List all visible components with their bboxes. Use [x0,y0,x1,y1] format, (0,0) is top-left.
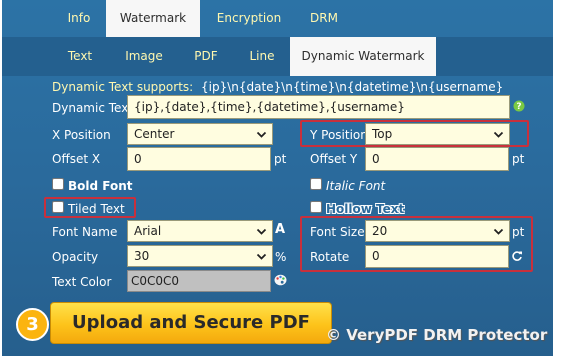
page: Info Watermark Encryption DRM Text Image… [0,0,564,356]
offset-y-label: Offset Y [310,152,358,166]
step-number-badge: 3 [16,308,49,341]
x-position-label: X Position [52,128,111,142]
font-size-label: Font Size [310,225,365,239]
hollow-text-label: Hollow Text [326,202,405,216]
rotate-icon[interactable] [511,250,523,262]
font-size-select[interactable]: 20 [365,220,510,242]
rotate-input[interactable]: 0 [365,245,509,268]
dynamic-text-label: Dynamic Text [52,101,134,115]
chevron-down-icon [493,131,504,138]
help-icon[interactable]: ? [513,100,525,112]
text-color-field[interactable]: C0C0C0 [127,270,271,292]
tab-encryption[interactable]: Encryption [207,0,291,37]
y-position-value: Top [372,127,393,141]
font-name-select[interactable]: Arial [127,220,273,242]
hollow-text-checkbox[interactable] [310,201,322,213]
supports-value: {ip}\n{date}\n{time}\n{datetime}\n{usern… [201,80,504,94]
tab-watermark[interactable]: Watermark [106,0,200,37]
y-position-label: Y Position [310,128,368,142]
supports-label-text: Dynamic Text supports: [52,80,194,94]
offset-x-input[interactable]: 0 [127,147,271,171]
chevron-down-icon [256,131,267,138]
supports-label: Dynamic Text supports: {ip}\n{date}\n{ti… [52,79,503,95]
chevron-down-icon [493,228,504,235]
dynamic-text-input[interactable]: {ip},{date},{time},{datetime},{username} [127,95,510,119]
subtab-dynamic-watermark[interactable]: Dynamic Watermark [290,37,436,76]
font-name-label: Font Name [52,225,118,239]
palette-icon[interactable] [274,274,287,286]
y-position-select[interactable]: Top [365,123,510,145]
rotate-label: Rotate [310,250,350,264]
opacity-select[interactable]: 30 [127,245,273,267]
offset-y-unit: pt [512,152,525,166]
opacity-unit: % [275,250,287,264]
bold-font-checkbox[interactable] [52,178,64,190]
offset-x-unit: pt [274,152,287,166]
chevron-down-icon [256,228,267,235]
offset-y-input[interactable]: 0 [365,147,509,171]
text-color-label: Text Color [52,275,112,289]
font-size-unit: pt [512,225,525,239]
verypdf-watermark: © VeryPDF DRM Protector [326,326,548,344]
bold-font-label: Bold Font [68,179,133,193]
subtab-line[interactable]: Line [242,37,282,76]
italic-font-label: Italic Font [326,179,386,193]
tiled-text-label: Tiled Text [68,202,125,216]
font-size-value: 20 [372,224,388,238]
x-position-value: Center [134,127,175,141]
tab-drm[interactable]: DRM [296,0,352,37]
opacity-label: Opacity [52,250,99,264]
subtab-pdf[interactable]: PDF [186,37,226,76]
subtab-text[interactable]: Text [56,37,104,76]
tiled-text-checkbox[interactable] [52,201,64,213]
chevron-down-icon [256,253,267,260]
font-name-value: Arial [134,224,162,238]
subtab-image[interactable]: Image [116,37,172,76]
offset-x-label: Offset X [52,152,101,166]
upload-and-secure-button[interactable]: Upload and Secure PDF [50,302,332,344]
italic-font-checkbox[interactable] [310,178,322,190]
x-position-select[interactable]: Center [127,123,273,145]
font-a-icon: A [275,222,286,237]
svg-text:?: ? [516,102,521,112]
opacity-value: 30 [134,249,150,263]
